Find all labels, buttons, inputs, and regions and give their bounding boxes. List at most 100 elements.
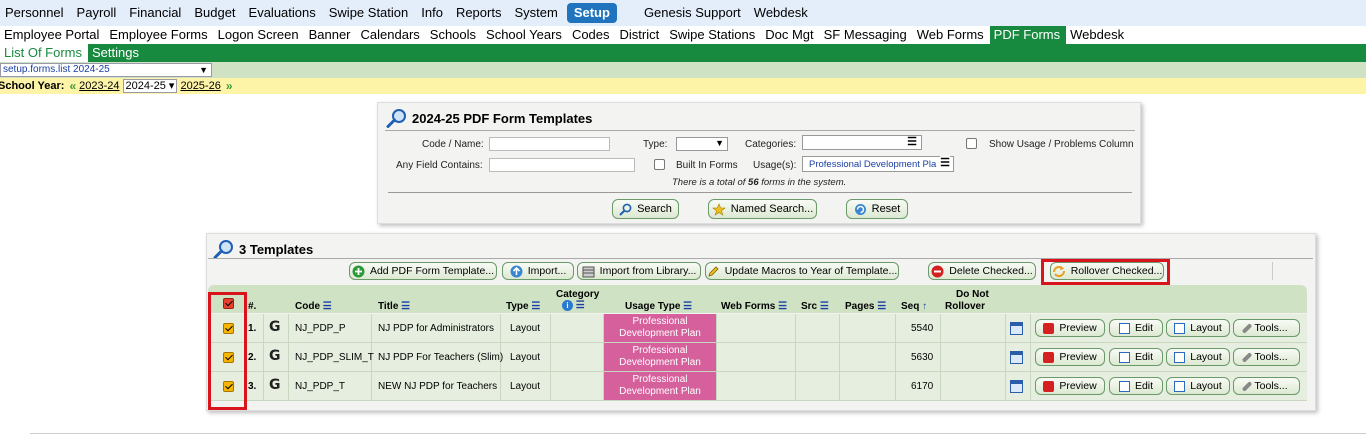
- sub-nav-item-webdesk[interactable]: Webdesk: [1066, 26, 1130, 44]
- main-nav-item-webdesk[interactable]: Webdesk: [749, 3, 816, 23]
- next-year-icon[interactable]: »: [226, 78, 233, 94]
- next-year-link[interactable]: 2025-26: [180, 78, 220, 94]
- main-nav-item-budget[interactable]: Budget: [189, 3, 243, 23]
- main-nav-item-payroll[interactable]: Payroll: [72, 3, 125, 23]
- update-macros-button[interactable]: Update Macros to Year of Template...: [705, 262, 899, 280]
- search-button[interactable]: Search: [612, 199, 679, 219]
- tab-list-of-forms[interactable]: List Of Forms: [0, 44, 89, 62]
- sub-nav-item-pdf-forms[interactable]: PDF Forms: [989, 26, 1067, 44]
- show-usage-checkbox[interactable]: [966, 138, 977, 149]
- sub-nav-item-swipe-stations[interactable]: Swipe Stations: [665, 26, 761, 44]
- add-template-button[interactable]: Add PDF Form Template...: [349, 262, 497, 280]
- calendar-icon[interactable]: [1010, 322, 1023, 335]
- reset-icon: [854, 203, 866, 215]
- show-usage-label: Show Usage / Problems Column: [989, 139, 1134, 150]
- update-macros-label: Update Macros to Year of Template...: [724, 265, 898, 277]
- main-nav-item-setup[interactable]: Setup: [566, 3, 617, 23]
- year-select[interactable]: 2024-25 ▾: [122, 79, 178, 93]
- sub-nav-item-codes[interactable]: Codes: [568, 26, 616, 44]
- row-seq: 6170: [911, 381, 934, 392]
- table-cell: [839, 372, 895, 401]
- delete-checked-button[interactable]: Delete Checked...: [928, 262, 1036, 280]
- main-nav-item-personnel[interactable]: Personnel: [0, 3, 72, 23]
- import-button[interactable]: Import...: [502, 262, 574, 280]
- path-select[interactable]: setup.forms.list 2024-25 ▼: [0, 63, 212, 77]
- main-nav-item-system[interactable]: System: [509, 3, 565, 23]
- plus-icon: [352, 265, 365, 277]
- header-category[interactable]: Category: [556, 289, 599, 300]
- header-seq[interactable]: Seq ↑: [901, 301, 927, 312]
- sub-nav-item-employee-forms[interactable]: Employee Forms: [105, 26, 213, 44]
- main-nav-item-financial[interactable]: Financial: [124, 3, 189, 23]
- main-nav-item-swipe-station[interactable]: Swipe Station: [324, 3, 417, 23]
- reset-button[interactable]: Reset: [846, 199, 908, 219]
- main-nav-item-genesis-support[interactable]: Genesis Support: [639, 3, 749, 23]
- header-web-forms[interactable]: Web Forms ☰: [721, 301, 787, 312]
- tab-settings[interactable]: Settings: [88, 44, 145, 62]
- named-search-button[interactable]: Named Search...: [708, 199, 817, 219]
- row-tools-button[interactable]: Tools...: [1233, 319, 1300, 337]
- row-layout-button[interactable]: Layout: [1166, 319, 1230, 337]
- row-preview-button[interactable]: Preview: [1035, 348, 1105, 366]
- list-icon[interactable]: ☰: [576, 300, 585, 311]
- calendar-icon[interactable]: [1010, 351, 1023, 364]
- row-tools-button[interactable]: Tools...: [1233, 377, 1300, 395]
- main-nav-item-info[interactable]: Info: [416, 3, 451, 23]
- prev-year-icon[interactable]: «: [69, 78, 76, 94]
- sub-nav-item-sf-messaging[interactable]: SF Messaging: [820, 26, 913, 44]
- header-type[interactable]: Type ☰: [506, 301, 540, 312]
- sub-nav-item-doc-mgt[interactable]: Doc Mgt: [761, 26, 819, 44]
- row-code: NJ_PDP_T: [295, 381, 346, 392]
- layout-icon: [1174, 322, 1186, 334]
- search-panel: 2024-25 PDF Form Templates Code / Name: …: [377, 102, 1141, 224]
- header-code[interactable]: Code ☰: [295, 301, 332, 312]
- row-layout-button[interactable]: Layout: [1166, 377, 1230, 395]
- info-icon[interactable]: i: [562, 300, 573, 311]
- main-nav-item-reports[interactable]: Reports: [451, 3, 510, 23]
- school-year-bar: School Year: « 2023-24 2024-25 ▾ 2025-26…: [0, 78, 1366, 94]
- usages-select[interactable]: Professional Development Pla ☰: [802, 156, 954, 172]
- row-type: Layout: [510, 352, 541, 363]
- calendar-icon[interactable]: [1010, 380, 1023, 393]
- import-library-button[interactable]: Import from Library...: [577, 262, 701, 280]
- sub-nav-item-schools[interactable]: Schools: [426, 26, 482, 44]
- header-title[interactable]: Title ☰: [378, 301, 410, 312]
- chevron-down-icon: ▼: [715, 138, 724, 148]
- row-number: 2.: [248, 352, 257, 363]
- categories-select[interactable]: ☰: [802, 135, 922, 150]
- row-tools-label: Tools...: [1254, 322, 1288, 334]
- sub-nav-item-logon-screen[interactable]: Logon Screen: [214, 26, 305, 44]
- prev-year-link[interactable]: 2023-24: [79, 78, 119, 94]
- header-num: #.: [248, 301, 257, 312]
- type-select[interactable]: ▼: [676, 137, 728, 151]
- sub-nav-item-employee-portal[interactable]: Employee Portal: [0, 26, 105, 44]
- sub-nav-item-web-forms[interactable]: Web Forms: [913, 26, 990, 44]
- row-edit-button[interactable]: Edit: [1109, 348, 1163, 366]
- built-in-forms-checkbox[interactable]: [654, 159, 665, 170]
- sub-nav-item-calendars[interactable]: Calendars: [357, 26, 426, 44]
- row-tools-label: Tools...: [1254, 380, 1288, 392]
- sub-nav-item-district[interactable]: District: [616, 26, 666, 44]
- divider: [388, 192, 1132, 193]
- row-layout-button[interactable]: Layout: [1166, 348, 1230, 366]
- header-pages[interactable]: Pages ☰: [845, 301, 886, 312]
- row-preview-button[interactable]: Preview: [1035, 377, 1105, 395]
- row-title: NEW NJ PDP for Teachers: [378, 381, 498, 392]
- code-name-label: Code / Name:: [422, 139, 484, 150]
- row-edit-button[interactable]: Edit: [1109, 377, 1163, 395]
- sub-nav-item-school-years[interactable]: School Years: [482, 26, 568, 44]
- main-nav-item-evaluations[interactable]: Evaluations: [244, 3, 324, 23]
- row-preview-button[interactable]: Preview: [1035, 319, 1105, 337]
- header-usage-type[interactable]: Usage Type ☰: [625, 301, 692, 312]
- import-library-label: Import from Library...: [599, 265, 697, 277]
- bottom-divider: [30, 433, 1366, 434]
- header-src[interactable]: Src ☰: [801, 301, 829, 312]
- pencil-icon: [708, 265, 719, 277]
- sub-nav-item-banner[interactable]: Banner: [305, 26, 357, 44]
- code-name-input[interactable]: [489, 137, 610, 151]
- wrench-icon: [1242, 322, 1253, 334]
- row-edit-button[interactable]: Edit: [1109, 319, 1163, 337]
- usage-type-line2: Development Plan: [619, 328, 701, 339]
- any-field-input[interactable]: [489, 158, 635, 172]
- row-tools-button[interactable]: Tools...: [1233, 348, 1300, 366]
